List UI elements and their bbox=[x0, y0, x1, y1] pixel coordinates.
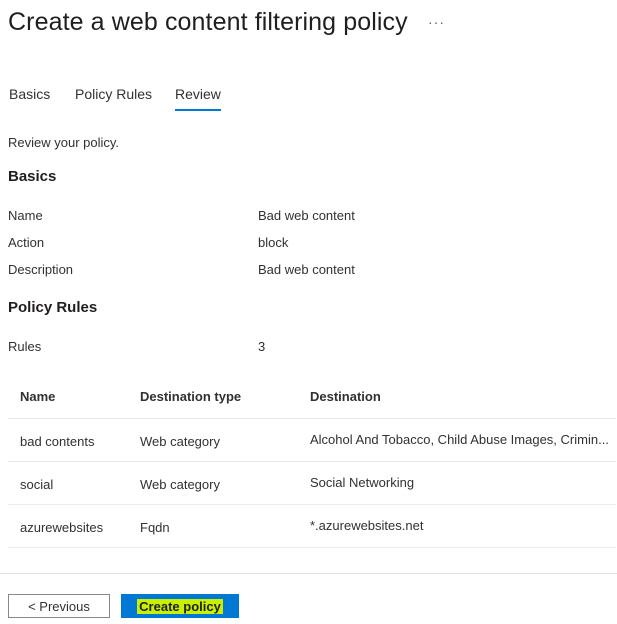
create-policy-label: Create policy bbox=[137, 598, 223, 614]
column-header-name[interactable]: Name bbox=[20, 389, 55, 404]
table-divider bbox=[8, 547, 616, 548]
cell-destination-type: Web category bbox=[140, 434, 220, 449]
cell-name: azurewebsites bbox=[20, 520, 104, 535]
table-divider bbox=[8, 418, 616, 419]
field-label-name: Name bbox=[8, 208, 43, 223]
table-divider bbox=[8, 461, 616, 462]
wizard-tabs: Basics Policy Rules Review bbox=[0, 82, 617, 114]
more-options-icon[interactable]: ··· bbox=[428, 14, 445, 30]
cell-destination-type: Fqdn bbox=[140, 520, 170, 535]
cell-destination: *.azurewebsites.net bbox=[310, 518, 424, 533]
field-label-action: Action bbox=[8, 235, 45, 250]
basics-heading: Basics bbox=[8, 168, 57, 185]
cell-destination: Alcohol And Tobacco, Child Abuse Images,… bbox=[310, 432, 609, 447]
create-policy-button[interactable]: Create policy bbox=[121, 594, 239, 618]
column-header-destination[interactable]: Destination bbox=[310, 389, 381, 404]
previous-button[interactable]: < Previous bbox=[8, 594, 110, 618]
cell-name: bad contents bbox=[20, 434, 95, 449]
column-header-destination-type[interactable]: Destination type bbox=[140, 389, 241, 404]
rules-count: 3 bbox=[258, 339, 266, 354]
tab-review[interactable]: Review bbox=[175, 86, 221, 111]
cell-destination-type: Web category bbox=[140, 477, 220, 492]
field-value-action: block bbox=[258, 235, 289, 250]
cell-destination: Social Networking bbox=[310, 475, 415, 490]
table-divider bbox=[8, 504, 616, 505]
tab-policy-rules[interactable]: Policy Rules bbox=[75, 86, 152, 109]
field-value-name: Bad web content bbox=[258, 208, 355, 223]
policy-rules-heading: Policy Rules bbox=[8, 299, 98, 316]
tab-basics[interactable]: Basics bbox=[9, 86, 50, 109]
footer-divider bbox=[0, 573, 617, 574]
cell-name: social bbox=[20, 477, 54, 492]
field-value-description: Bad web content bbox=[258, 262, 355, 277]
rules-label: Rules bbox=[8, 339, 42, 354]
intro-text: Review your policy. bbox=[8, 135, 120, 150]
field-label-description: Description bbox=[8, 262, 74, 277]
page-title: Create a web content filtering policy bbox=[8, 8, 408, 36]
